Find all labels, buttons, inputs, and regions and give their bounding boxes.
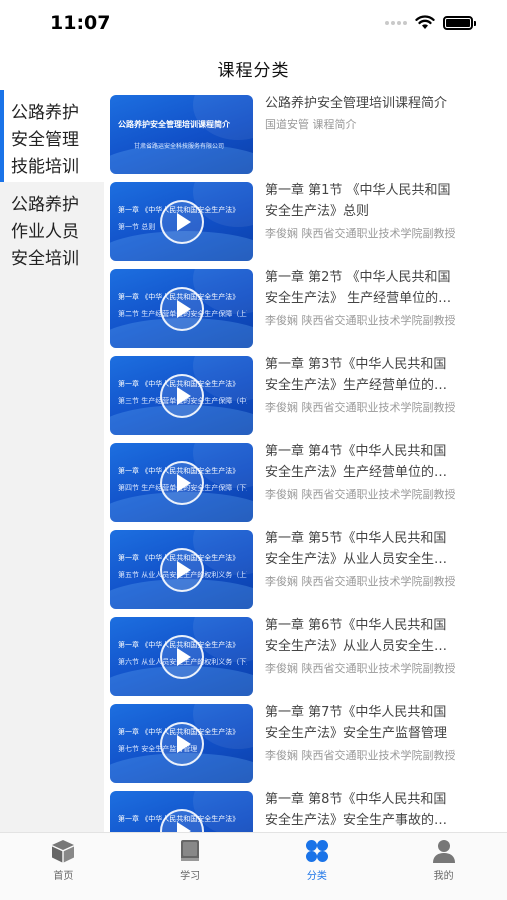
course-thumbnail[interactable]: 第一章 《中华人民共和国安全生产法》 第七节 安全生产监督管理 — [110, 704, 253, 783]
sidebar-item-worker-safety[interactable]: 公路养护 作业人员 安全培训 — [0, 182, 104, 274]
course-thumbnail[interactable]: 第一章 《中华人民共和国安全生产法》 第五节 从业人员安全生产的权利义务（上） — [110, 530, 253, 609]
course-title: 第一章 第8节《中华人民共和国 安全生产法》安全生产事故的… — [265, 789, 475, 831]
status-time: 11:07 — [50, 12, 111, 34]
course-title: 第一章 第5节《中华人民共和国 安全生产法》从业人员安全生… — [265, 528, 475, 570]
status-bar: 11:07 — [0, 0, 507, 46]
course-item[interactable]: 第一章 《中华人民共和国安全生产法》 第一节 总则 第一章 第1节 《中华人民共和国… — [104, 177, 507, 264]
play-icon[interactable] — [160, 635, 204, 679]
play-icon[interactable] — [160, 809, 204, 832]
tab-label: 首页 — [53, 871, 74, 882]
course-meta: 李俊娴 陕西省交通职业技术学院副教授 — [265, 488, 456, 501]
tab-profile[interactable]: 我的 — [380, 833, 507, 900]
course-title-line: 安全生产法》生产经营单位的… — [265, 378, 448, 393]
category-grid-icon — [305, 840, 328, 862]
sidebar-item-label-line: 公路养护 — [11, 195, 79, 215]
course-title: 第一章 第3节《中华人民共和国 安全生产法》生产经营单位的… — [265, 354, 475, 396]
play-icon[interactable] — [160, 374, 204, 418]
course-title: 第一章 第4节《中华人民共和国 安全生产法》生产经营单位的… — [265, 441, 475, 483]
course-title-line: 第一章 第5节《中华人民共和国 — [265, 531, 447, 546]
course-title: 第一章 第1节 《中华人民共和国 安全生产法》总则 — [265, 180, 475, 222]
course-title-line: 第一章 第1节 《中华人民共和国 — [265, 183, 451, 198]
nav-bar: 课程分类 — [0, 46, 507, 90]
course-meta: 李俊娴 陕西省交通职业技术学院副教授 — [265, 227, 456, 240]
course-title-line: 安全生产法》从业人员安全生… — [265, 639, 448, 654]
play-icon[interactable] — [160, 287, 204, 331]
course-thumbnail[interactable]: 第一章 《中华人民共和国安全生产法》 第二节 生产经营单位的安全生产保障（上） — [110, 269, 253, 348]
sidebar-item-label-line: 安全培训 — [11, 249, 79, 269]
course-title-line: 第一章 第7节《中华人民共和国 — [265, 705, 447, 720]
course-thumbnail[interactable]: 第一章 《中华人民共和国安全生产法》 第三节 生产经营单位的安全生产保障（中） — [110, 356, 253, 435]
tab-label: 学习 — [180, 871, 201, 882]
course-item[interactable]: 第一章 《中华人民共和国安全生产法》 第二节 生产经营单位的安全生产保障（上） 第一… — [104, 264, 507, 351]
play-icon[interactable] — [160, 548, 204, 592]
page-title: 课程分类 — [217, 60, 290, 81]
course-meta: 李俊娴 陕西省交通职业技术学院副教授 — [265, 662, 456, 675]
sidebar-item-label-line: 技能培训 — [11, 157, 79, 177]
person-icon — [432, 840, 455, 863]
sidebar-item-label-line: 安全管理 — [11, 130, 79, 150]
course-item[interactable]: 第一章 《中华人民共和国安全生产法》 第五节 从业人员安全生产的权利义务（上） 第一… — [104, 525, 507, 612]
course-title-line: 安全生产法》安全生产监督管理 — [265, 726, 448, 741]
course-item[interactable]: 第一章 《中华人民共和国安全生产法》 第三节 生产经营单位的安全生产保障（中） 第一… — [104, 351, 507, 438]
thumb-caption: 公路养护安全管理培训课程简介 — [118, 120, 230, 129]
tab-label: 分类 — [306, 871, 327, 882]
course-title: 第一章 第2节 《中华人民共和国 安全生产法》 生产经营单位的… — [265, 267, 475, 309]
sidebar-item-label-line: 公路养护 — [11, 103, 79, 123]
tab-label: 我的 — [433, 871, 454, 882]
thumb-caption: 甘肃省路运安全科技服务有限公司 — [134, 143, 225, 150]
tab-bar: 首页 学习 分类 我的 — [0, 832, 507, 900]
course-title: 第一章 第6节《中华人民共和国 安全生产法》从业人员安全生… — [265, 615, 475, 657]
box-icon — [52, 840, 75, 863]
status-icons — [385, 15, 476, 30]
course-title-line: 安全生产法》安全生产事故的… — [265, 813, 448, 828]
course-title-line: 第一章 第8节《中华人民共和国 — [265, 792, 447, 807]
course-title: 公路养护安全管理培训课程简介 — [265, 93, 475, 114]
play-icon[interactable] — [160, 200, 204, 244]
course-list[interactable]: 公路养护安全管理培训课程简介 甘肃省路运安全科技服务有限公司 公路养护安全管理培训课… — [104, 90, 507, 832]
course-meta: 李俊娴 陕西省交通职业技术学院副教授 — [265, 401, 456, 414]
course-title-line: 第一章 第4节《中华人民共和国 — [265, 444, 447, 459]
course-meta: 李俊娴 陕西省交通职业技术学院副教授 — [265, 314, 456, 327]
course-title-line: 第一章 第3节《中华人民共和国 — [265, 357, 447, 372]
course-title-line: 安全生产法》总则 — [265, 204, 370, 219]
course-item[interactable]: 第一章 《中华人民共和国安全生产法》 第七节 安全生产监督管理 第一章 第7节《中华… — [104, 699, 507, 786]
category-sidebar: 公路养护 安全管理 技能培训 公路养护 作业人员 安全培训 — [0, 90, 104, 832]
play-icon[interactable] — [160, 722, 204, 766]
course-meta: 国道安管 课程简介 — [265, 118, 357, 131]
course-item[interactable]: 第一章 《中华人民共和国安全生产法》 第一章 第8节《中华人民共和国 安全生产法》安… — [104, 786, 507, 832]
wifi-icon — [415, 15, 435, 29]
course-item[interactable]: 第一章 《中华人民共和国安全生产法》 第六节 从业人员安全生产的权利义务（下） 第一… — [104, 612, 507, 699]
course-thumbnail[interactable]: 公路养护安全管理培训课程简介甘肃省路运安全科技服务有限公司 — [110, 95, 253, 174]
tab-home[interactable]: 首页 — [0, 833, 127, 900]
course-meta: 李俊娴 陕西省交通职业技术学院副教授 — [265, 575, 456, 588]
course-title: 第一章 第7节《中华人民共和国 安全生产法》安全生产监督管理 — [265, 702, 475, 744]
course-title-line: 公路养护安全管理培训课程简介 — [265, 96, 448, 111]
battery-icon — [443, 15, 476, 30]
book-icon — [181, 840, 200, 861]
course-thumbnail[interactable]: 第一章 《中华人民共和国安全生产法》 第四节 生产经营单位的安全生产保障（下） — [110, 443, 253, 522]
course-meta: 李俊娴 陕西省交通职业技术学院副教授 — [265, 749, 456, 762]
course-item[interactable]: 公路养护安全管理培训课程简介 甘肃省路运安全科技服务有限公司 公路养护安全管理培训课… — [104, 90, 507, 177]
sidebar-item-safety-management[interactable]: 公路养护 安全管理 技能培训 — [0, 90, 104, 182]
course-title-line: 安全生产法》生产经营单位的… — [265, 465, 448, 480]
play-icon[interactable] — [160, 461, 204, 505]
course-thumbnail[interactable]: 第一章 《中华人民共和国安全生产法》 第一节 总则 — [110, 182, 253, 261]
cellular-signal-icon — [385, 20, 407, 25]
course-title-line: 安全生产法》 生产经营单位的… — [265, 291, 452, 306]
course-title-line: 第一章 第2节 《中华人民共和国 — [265, 270, 451, 285]
course-title-line: 安全生产法》从业人员安全生… — [265, 552, 448, 567]
sidebar-item-label-line: 作业人员 — [11, 222, 79, 242]
course-thumbnail[interactable]: 第一章 《中华人民共和国安全生产法》 — [110, 791, 253, 832]
course-title-line: 第一章 第6节《中华人民共和国 — [265, 618, 447, 633]
course-thumbnail[interactable]: 第一章 《中华人民共和国安全生产法》 第六节 从业人员安全生产的权利义务（下） — [110, 617, 253, 696]
course-item[interactable]: 第一章 《中华人民共和国安全生产法》 第四节 生产经营单位的安全生产保障（下） 第一… — [104, 438, 507, 525]
tab-study[interactable]: 学习 — [127, 833, 254, 900]
tab-category[interactable]: 分类 — [254, 833, 381, 900]
